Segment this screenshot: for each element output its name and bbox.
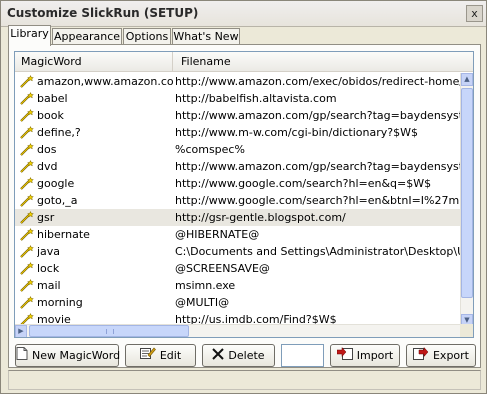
magicword-cell: hibernate [37,228,90,241]
magicword-cell: java [37,245,61,258]
filename-cell: %comspec% [175,143,245,156]
magic-wand-icon [20,108,34,122]
magic-wand-icon [20,91,34,105]
grip-icon [106,329,114,334]
magicword-cell: babel [37,92,68,105]
new-document-icon [16,346,28,367]
delete-button[interactable]: Delete [202,344,275,367]
export-button[interactable]: Export [406,344,476,367]
filename-cell: http://www.google.com/search?hl=en&btnI=… [175,194,460,207]
filename-cell: http://www.amazon.com/gp/search?tag=bayd… [175,160,460,173]
magicword-cell: lock [37,262,60,275]
filename-cell: @MULTI@ [175,296,230,309]
scroll-up-arrow-icon[interactable]: ▲ [461,73,473,86]
magic-wand-icon [20,176,34,190]
magicword-cell: morning [37,296,83,309]
delete-label: Delete [228,349,265,362]
edit-button[interactable]: Edit [125,344,196,367]
tab-appearance[interactable]: Appearance [52,28,122,45]
list-item[interactable]: amazon,www.amazon.com http://www.amazon.… [15,73,460,90]
magicword-cell: mail [37,279,61,292]
list-item[interactable]: babel http://babelfish.altavista.com [15,90,460,107]
tab-whats-new[interactable]: What's New [172,28,240,45]
horizontal-scroll-thumb[interactable] [29,325,189,337]
filename-cell: http://www.amazon.com/gp/search?tag=bayd… [175,109,460,122]
filename-cell: http://www.m-w.com/cgi-bin/dictionary?$W… [175,126,418,139]
filename-cell: http://gsr-gentle.blogspot.com/ [175,211,346,224]
list-item[interactable]: book http://www.amazon.com/gp/search?tag… [15,107,460,124]
magic-wand-icon [20,159,34,173]
magicword-cell: define,? [37,126,81,139]
list-item[interactable]: google http://www.google.com/search?hl=e… [15,175,460,192]
edit-icon [139,346,156,367]
customize-window: Customize SlickRun (SETUP) x Library App… [0,0,487,394]
magic-wand-icon [20,227,34,241]
filename-cell: msimn.exe [175,279,236,292]
magic-wand-icon [20,125,34,139]
magicword-cell: book [37,109,64,122]
library-panel: MagicWord Filename amazon,www.amazon.com… [8,44,481,368]
magicword-cell: dos [37,143,57,156]
filename-cell: http://www.google.com/search?hl=en&q=$W$ [175,177,432,190]
magicword-cell: amazon,www.amazon.com [37,75,173,88]
magic-wand-icon [20,193,34,207]
list-item[interactable]: define,? http://www.m-w.com/cgi-bin/dict… [15,124,460,141]
horizontal-scrollbar[interactable]: ◀ ▶ [15,324,460,337]
import-label: Import [356,349,394,362]
list-item[interactable]: mail msimn.exe [15,277,460,294]
column-header-magicword[interactable]: MagicWord [15,52,173,72]
magicword-list[interactable]: MagicWord Filename amazon,www.amazon.com… [14,51,474,338]
tab-library[interactable]: Library [8,25,51,46]
magic-wand-icon [20,210,34,224]
window-title: Customize SlickRun (SETUP) [7,6,199,20]
export-icon [412,346,429,367]
list-item[interactable]: dos %comspec% [15,141,460,158]
new-magicword-label: New MagicWord [32,349,121,362]
blank-field [281,344,324,367]
list-item[interactable]: dvd http://www.amazon.com/gp/search?tag=… [15,158,460,175]
magic-wand-icon [20,142,34,156]
magic-wand-icon [20,244,34,258]
edit-label: Edit [159,349,182,362]
list-rows: amazon,www.amazon.com http://www.amazon.… [15,73,460,327]
filename-cell: C:\Documents and Settings\Administrator\… [175,245,460,258]
magicword-cell: dvd [37,160,58,173]
filename-cell: @HIBERNATE@ [175,228,260,241]
magic-wand-icon [20,74,34,88]
list-item[interactable]: goto,_a http://www.google.com/search?hl=… [15,192,460,209]
magic-wand-icon [20,261,34,275]
scroll-right-arrow-icon[interactable]: ▶ [15,325,27,337]
filename-cell: http://babelfish.altavista.com [175,92,337,105]
list-item[interactable]: gsr http://gsr-gentle.blogspot.com/ [15,209,460,226]
delete-x-icon [212,346,225,367]
magicword-cell: google [37,177,75,190]
magic-wand-icon [20,295,34,309]
scrollbar-corner [460,324,473,337]
status-bar [8,370,481,390]
list-item[interactable]: hibernate @HIBERNATE@ [15,226,460,243]
export-label: Export [432,349,469,362]
close-button[interactable]: x [466,5,483,22]
vertical-scrollbar[interactable]: ▲ ▼ [460,73,473,327]
magicword-cell: gsr [37,211,55,224]
new-magicword-button[interactable]: New MagicWord [15,344,121,367]
import-icon [336,346,353,367]
column-header-filename[interactable]: Filename [173,52,473,72]
list-item[interactable]: lock @SCREENSAVE@ [15,260,460,277]
tab-options[interactable]: Options [123,28,171,45]
filename-cell: http://www.amazon.com/exec/obidos/redire… [175,75,460,88]
filename-cell: @SCREENSAVE@ [175,262,270,275]
list-item[interactable]: morning @MULTI@ [15,294,460,311]
magicword-cell: goto,_a [37,194,78,207]
vertical-scroll-thumb[interactable] [461,88,473,298]
import-button[interactable]: Import [330,344,400,367]
list-item[interactable]: java C:\Documents and Settings\Administr… [15,243,460,260]
magic-wand-icon [20,278,34,292]
list-header: MagicWord Filename [15,52,473,72]
title-bar[interactable]: Customize SlickRun (SETUP) x [1,1,486,27]
